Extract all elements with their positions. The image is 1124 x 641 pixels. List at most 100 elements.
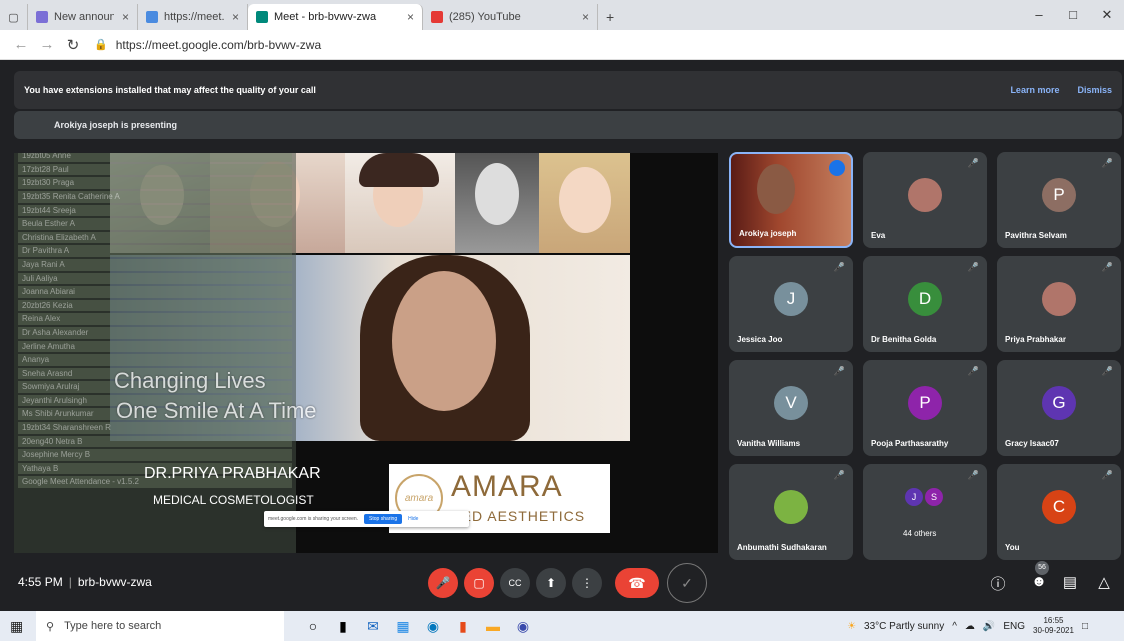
participant-name: Pavithra Selvam bbox=[1005, 231, 1067, 240]
participant-tile[interactable]: 🎤 V Vanitha Williams bbox=[729, 360, 853, 456]
avatar-photo bbox=[908, 178, 942, 213]
browser-tab[interactable]: New announcement: "https://m × bbox=[28, 4, 138, 30]
participant-name: Gracy Isaac07 bbox=[1005, 439, 1059, 448]
participant-tile[interactable]: 🎤 D Dr Benitha Golda bbox=[863, 256, 987, 352]
back-icon[interactable]: ← bbox=[8, 36, 34, 53]
mic-off-button[interactable]: 🎤 bbox=[428, 568, 458, 598]
participant-tile[interactable]: 🎤 Eva bbox=[863, 152, 987, 248]
notifications-icon[interactable]: □ bbox=[1082, 621, 1088, 632]
hide-button[interactable]: Hide bbox=[408, 516, 418, 522]
attendance-row: 19zbt35 Renita Catherine A bbox=[18, 190, 292, 203]
close-tab-icon[interactable]: × bbox=[582, 10, 589, 24]
attendance-row: 19zbt30 Praga bbox=[18, 177, 292, 189]
browser-tab[interactable]: (285) YouTube × bbox=[423, 4, 598, 30]
extension-warning-banner: You have extensions installed that may a… bbox=[14, 71, 1122, 109]
attendance-row: Jerline Amutha bbox=[18, 340, 292, 353]
captions-icon: CC bbox=[508, 578, 522, 588]
datetime[interactable]: 16:55 30-09-2021 bbox=[1033, 616, 1074, 636]
participant-tile[interactable]: 🎤 J Jessica Joo bbox=[729, 256, 853, 352]
browser-tab[interactable]: Meet - brb-bvwv-zwa × bbox=[248, 4, 423, 30]
weather-text[interactable]: 33°C Partly sunny bbox=[864, 621, 944, 632]
browser-tab[interactable]: https://meet.google.com/brb-b × bbox=[138, 4, 248, 30]
avatar: G bbox=[1042, 386, 1076, 421]
edge-icon[interactable]: ◉ bbox=[418, 618, 448, 635]
attendance-row: Reina Alex bbox=[18, 313, 292, 325]
attendance-row: 20eng40 Netra B bbox=[18, 435, 292, 448]
camera-off-button[interactable]: ▢ bbox=[464, 568, 494, 598]
phone-hangup-icon: ☎ bbox=[628, 575, 646, 591]
participant-name: Pooja Parthasarathy bbox=[871, 439, 949, 448]
participant-name: Dr Benitha Golda bbox=[871, 335, 937, 344]
participant-tile[interactable]: 🎤 Priya Prabhakar bbox=[997, 256, 1121, 352]
tray-expand-icon[interactable]: ^ bbox=[952, 621, 957, 632]
taskbar: ▦ ⚲ Type here to search ○ ▮ ✉ ▦ ◉ ▮ ▬ ◉ … bbox=[0, 611, 1124, 641]
extension-check-button[interactable]: ✓ bbox=[667, 563, 707, 603]
participant-tile[interactable]: 🎤 J S 44 others bbox=[863, 464, 987, 560]
reload-icon[interactable]: ↻ bbox=[60, 36, 86, 54]
check-icon: ✓ bbox=[681, 575, 693, 591]
url-field[interactable]: 🔒 https://meet.google.com/brb-bvwv-zwa bbox=[94, 38, 321, 52]
store-icon[interactable]: ▦ bbox=[388, 618, 418, 635]
new-tab-button[interactable]: + bbox=[598, 4, 622, 30]
avatar: V bbox=[774, 386, 808, 421]
activities-icon[interactable]: △ bbox=[1094, 573, 1114, 591]
participant-tile[interactable]: 🎤 Anbumathi Sudhakaran bbox=[729, 464, 853, 560]
screen-share-notice: meet.google.com is sharing your screen. … bbox=[264, 511, 469, 527]
participant-tile[interactable]: 🎤 P Pavithra Selvam bbox=[997, 152, 1121, 248]
mic-off-icon: 🎤 bbox=[435, 576, 451, 590]
leave-call-button[interactable]: ☎ bbox=[615, 568, 659, 598]
close-tab-icon[interactable]: × bbox=[232, 10, 239, 24]
office-icon[interactable]: ▮ bbox=[448, 618, 478, 635]
avatar-photo bbox=[1042, 282, 1076, 317]
presenting-text: Arokiya joseph is presenting bbox=[54, 120, 178, 130]
close-window-icon[interactable]: ✕ bbox=[1090, 0, 1124, 30]
slide-slogan-line2: One Smile At A Time bbox=[116, 398, 317, 423]
captions-button[interactable]: CC bbox=[500, 568, 530, 598]
slide-photo-5 bbox=[539, 153, 630, 253]
windows-start-icon[interactable]: ▦ bbox=[10, 618, 23, 635]
participant-name: Eva bbox=[871, 231, 886, 240]
minimize-icon[interactable]: – bbox=[1022, 0, 1056, 30]
address-bar: ← → ↻ 🔒 https://meet.google.com/brb-bvwv… bbox=[0, 30, 1124, 83]
participant-tile[interactable]: Arokiya joseph bbox=[729, 152, 853, 248]
taskbar-time: 16:55 bbox=[1043, 616, 1064, 625]
maximize-icon[interactable]: □ bbox=[1056, 0, 1090, 30]
dismiss-link[interactable]: Dismiss bbox=[1077, 85, 1112, 95]
file-explorer-icon[interactable]: ▬ bbox=[478, 618, 508, 634]
teams-icon[interactable]: ◉ bbox=[508, 618, 538, 635]
chat-icon[interactable]: ▤ bbox=[1060, 573, 1080, 591]
taskbar-search[interactable]: ⚲ Type here to search bbox=[36, 611, 284, 641]
participant-tile[interactable]: 🎤 P Pooja Parthasarathy bbox=[863, 360, 987, 456]
participant-name: You bbox=[1005, 543, 1020, 552]
task-view-icon[interactable]: ▮ bbox=[328, 618, 358, 635]
avatar: D bbox=[908, 282, 942, 317]
attendance-row: Jaya Rani A bbox=[18, 258, 292, 271]
close-tab-icon[interactable]: × bbox=[122, 10, 129, 24]
network-icon[interactable]: ☁ bbox=[965, 621, 975, 632]
people-icon[interactable]: ☻ bbox=[1029, 573, 1049, 590]
mail-icon[interactable]: ✉ bbox=[358, 618, 388, 635]
participant-name: Anbumathi Sudhakaran bbox=[737, 543, 827, 552]
close-tab-icon[interactable]: × bbox=[407, 10, 414, 24]
participant-tile[interactable]: 🎤 G Gracy Isaac07 bbox=[997, 360, 1121, 456]
presenter-video bbox=[757, 164, 795, 214]
attendance-row: Christina Elizabeth A bbox=[18, 231, 292, 244]
forward-icon[interactable]: → bbox=[34, 36, 60, 53]
attendance-row: Beula Esther A bbox=[18, 218, 292, 230]
muted-mic-icon: 🎤 bbox=[967, 470, 979, 480]
present-button[interactable]: ⬆ bbox=[536, 568, 566, 598]
tab-actions-button[interactable]: ▢ bbox=[0, 4, 28, 30]
more-options-button[interactable]: ⋮ bbox=[572, 568, 602, 598]
tab-actions-icon: ▢ bbox=[8, 11, 19, 24]
avatar: J bbox=[905, 488, 923, 506]
participant-tile[interactable]: 🎤 C You bbox=[997, 464, 1121, 560]
muted-mic-icon: 🎤 bbox=[1101, 470, 1113, 480]
learn-more-link[interactable]: Learn more bbox=[1010, 85, 1059, 95]
lock-icon: 🔒 bbox=[94, 39, 108, 51]
meeting-details-icon[interactable]: ⓘ bbox=[988, 573, 1008, 594]
volume-icon[interactable]: 🔊 bbox=[983, 621, 995, 632]
stop-sharing-button[interactable]: Stop sharing bbox=[364, 514, 403, 524]
cortana-icon[interactable]: ○ bbox=[298, 618, 328, 634]
lang-indicator[interactable]: ENG bbox=[1003, 621, 1025, 632]
tab-title: New announcement: "https://m bbox=[54, 11, 114, 23]
